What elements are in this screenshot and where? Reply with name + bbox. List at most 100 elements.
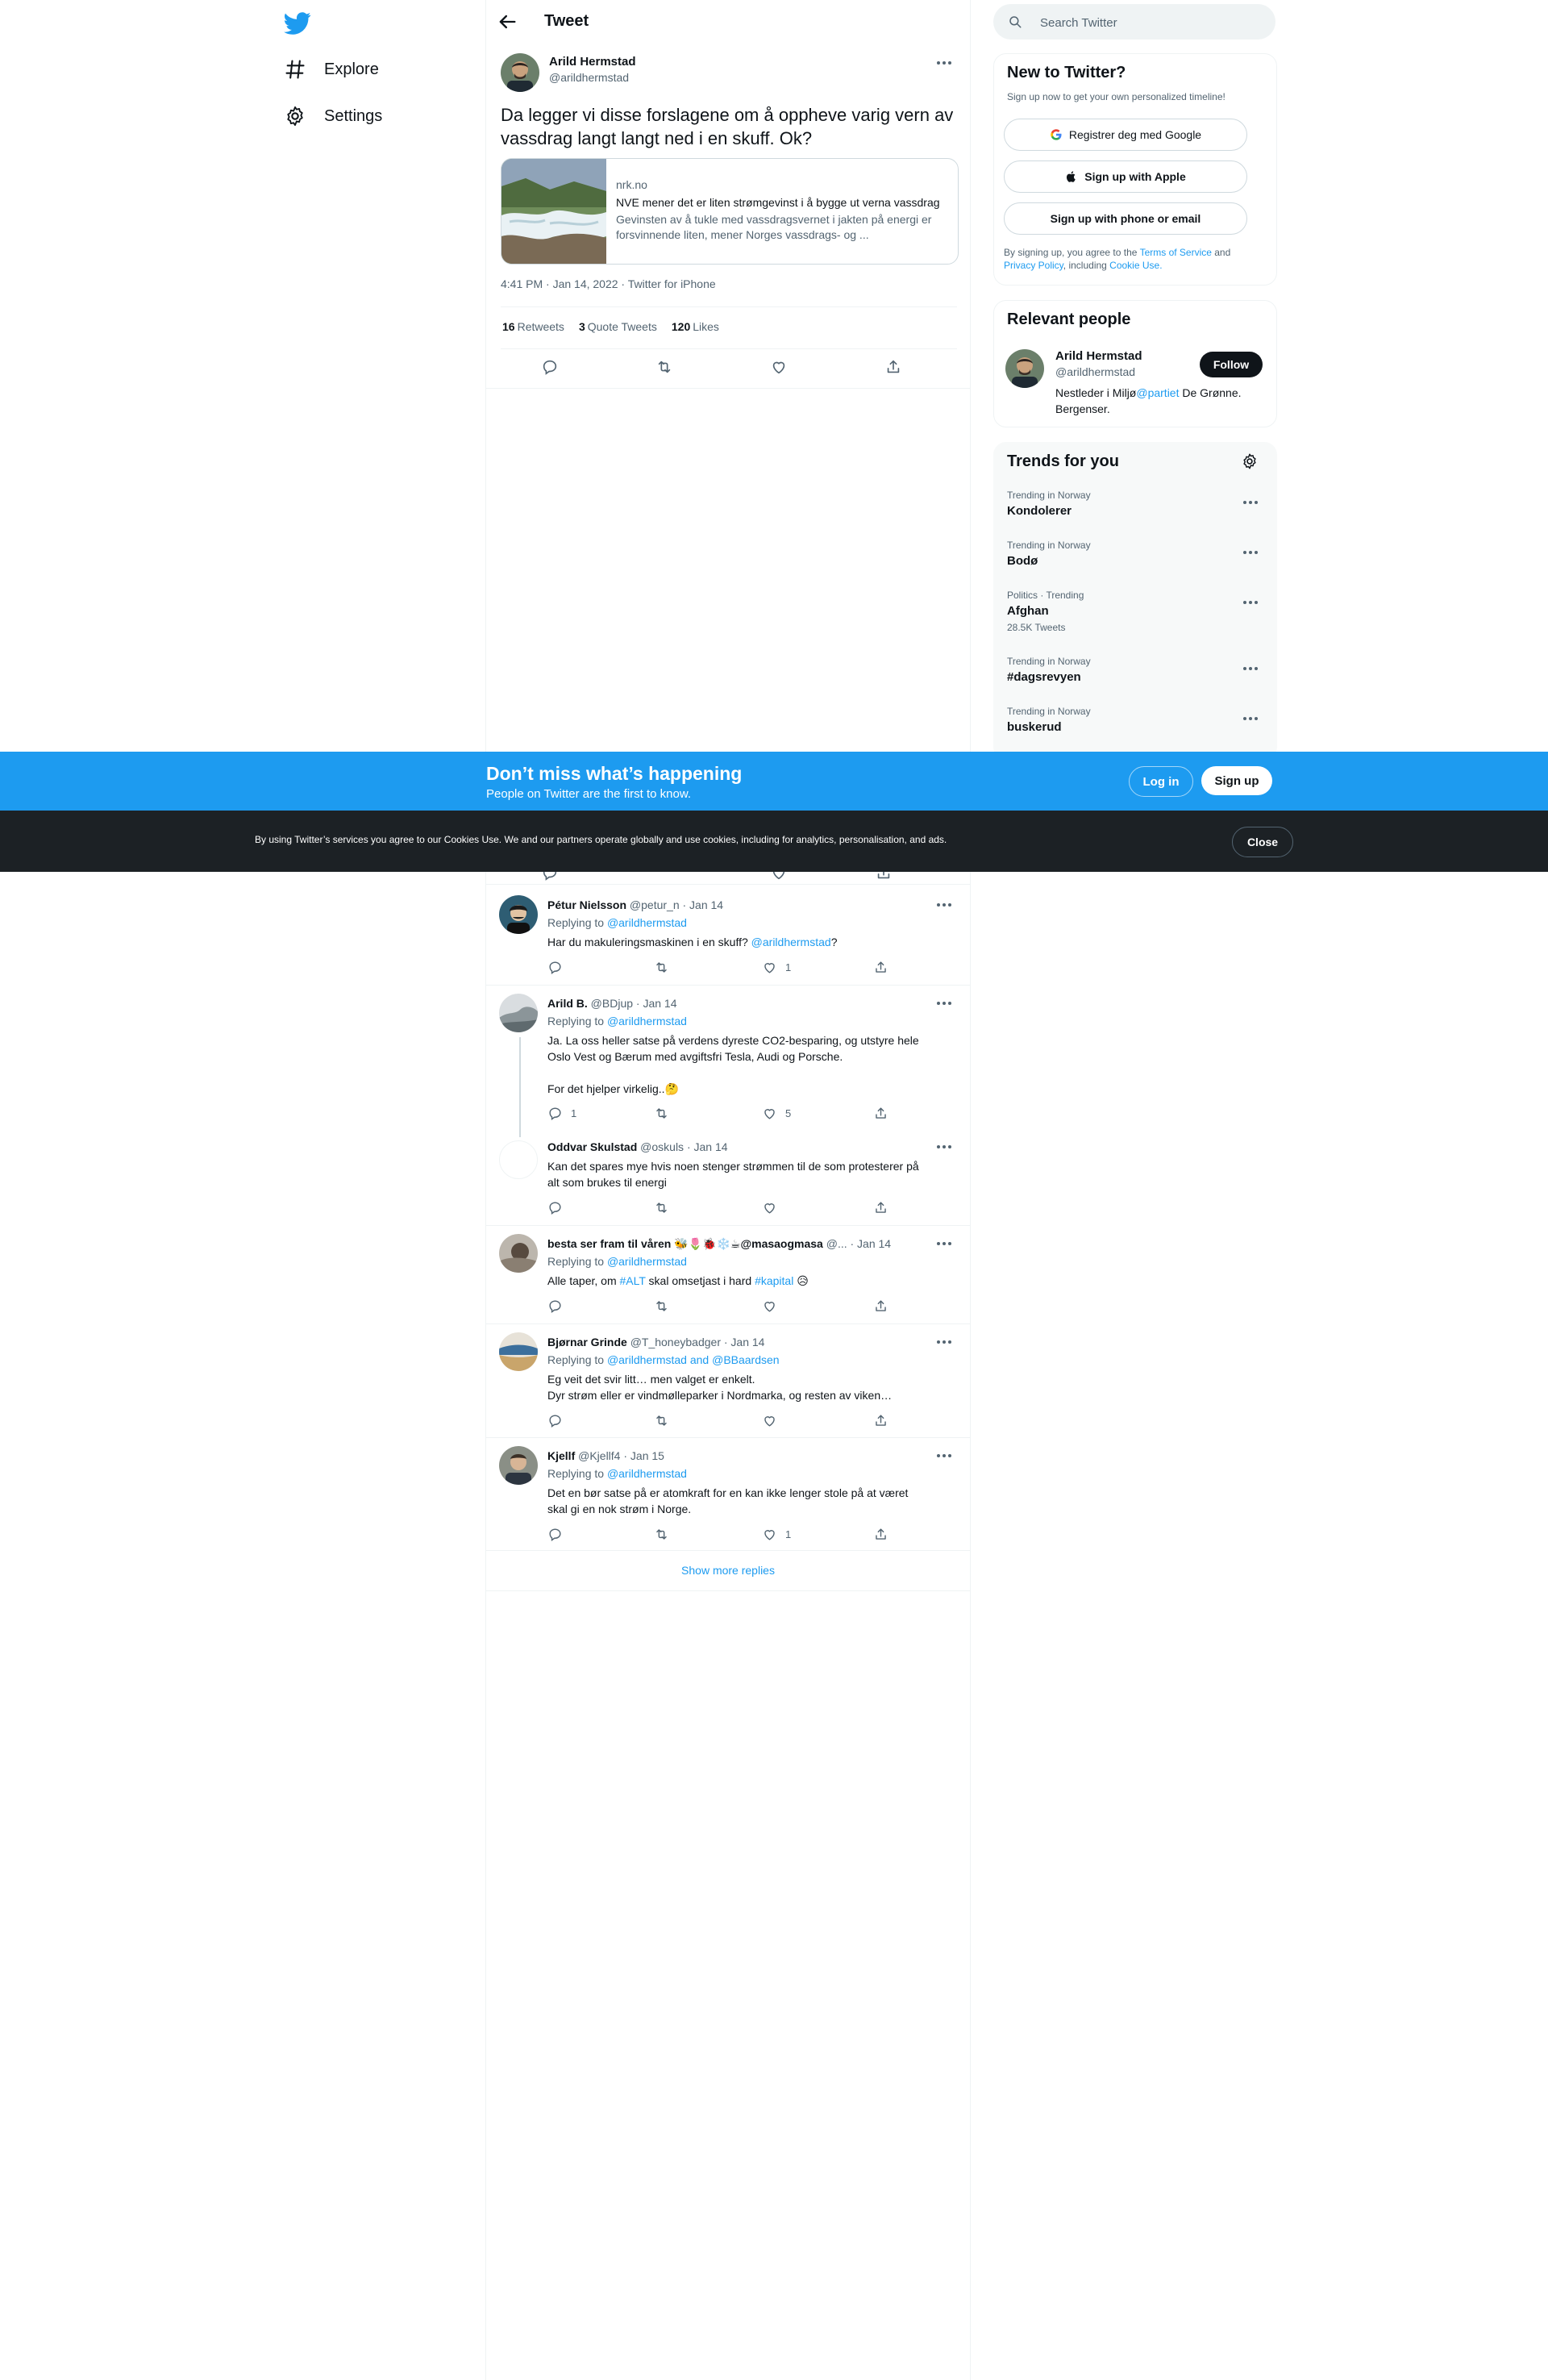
replying-to: Replying to @arildhermstad: [547, 1015, 687, 1027]
reply-icon: [547, 960, 563, 975]
author-handle[interactable]: @arildhermstad: [549, 71, 629, 84]
reply-action[interactable]: [547, 1298, 563, 1314]
avatar[interactable]: [499, 895, 538, 934]
search-bar[interactable]: [993, 4, 1275, 41]
like-action[interactable]: 1: [762, 1527, 791, 1542]
mention-link[interactable]: @partiet: [1136, 386, 1179, 399]
divider: [486, 388, 970, 389]
more-options-icon[interactable]: [1241, 593, 1260, 612]
back-arrow-icon[interactable]: [496, 10, 518, 33]
share-action[interactable]: [873, 1106, 888, 1121]
retweet-action[interactable]: [654, 1298, 669, 1314]
nav-settings[interactable]: Settings: [284, 105, 382, 127]
reply-action[interactable]: [547, 1200, 563, 1215]
tweet-text: Da legger vi disse forslagene om å opphe…: [501, 105, 954, 148]
main-column: Tweet Arild Hermstad @arildhermstad Da l…: [485, 0, 971, 2380]
reply-action[interactable]: [547, 1413, 563, 1428]
google-signup-button[interactable]: Registrer deg med Google: [1004, 119, 1247, 151]
more-options-icon[interactable]: [1241, 493, 1260, 512]
terms-link[interactable]: Terms of Service: [1140, 247, 1212, 258]
nav-explore[interactable]: Explore: [284, 58, 379, 81]
google-icon: [1051, 129, 1062, 140]
more-options-icon[interactable]: [934, 1234, 954, 1253]
banner-title: Don’t miss what’s happening: [486, 763, 743, 784]
mention-link[interactable]: @arildhermstad: [607, 1467, 687, 1480]
retweet-icon: [654, 1298, 669, 1314]
avatar[interactable]: [1005, 349, 1044, 388]
apple-signup-button[interactable]: Sign up with Apple: [1004, 160, 1247, 193]
follow-button[interactable]: Follow: [1200, 352, 1263, 377]
share-action[interactable]: [873, 1200, 888, 1215]
more-options-icon[interactable]: [1241, 659, 1260, 678]
reply-action[interactable]: [547, 960, 563, 975]
avatar[interactable]: [501, 53, 539, 92]
search-input[interactable]: [1038, 4, 1267, 41]
avatar[interactable]: [499, 1332, 538, 1371]
close-button[interactable]: Close: [1232, 827, 1293, 857]
cookie-text: By using Twitter’s services you agree to…: [255, 834, 947, 845]
like-action[interactable]: [762, 1413, 777, 1428]
gear-icon[interactable]: [1241, 452, 1259, 470]
share-action[interactable]: [873, 1527, 888, 1542]
reply-icon[interactable]: [541, 358, 559, 376]
retweet-action[interactable]: [654, 1200, 669, 1215]
reply-action[interactable]: 1: [547, 1106, 576, 1121]
avatar[interactable]: [499, 1446, 538, 1485]
mention-link[interactable]: @arildhermstad: [751, 936, 831, 948]
avatar[interactable]: [499, 1234, 538, 1273]
more-options-icon[interactable]: [934, 1137, 954, 1157]
hashtag-link[interactable]: #ALT: [620, 1274, 646, 1287]
like-action[interactable]: 5: [762, 1106, 791, 1121]
reply-author: Arild B. @BDjup · Jan 14: [547, 997, 677, 1010]
show-more-replies-link[interactable]: Show more replies: [486, 1564, 970, 1577]
avatar[interactable]: [499, 1140, 538, 1179]
share-action[interactable]: [873, 1298, 888, 1314]
retweet-action[interactable]: [654, 960, 669, 975]
retweet-action[interactable]: [654, 1413, 669, 1428]
link-card[interactable]: nrk.no NVE mener det er liten strømgevin…: [501, 158, 959, 265]
divider: [486, 1437, 970, 1438]
twitter-logo-icon[interactable]: [284, 10, 311, 37]
mention-link[interactable]: @arildhermstad: [607, 916, 687, 929]
quotes-stat[interactable]: 3 Quote Tweets: [579, 320, 657, 333]
like-action[interactable]: [762, 1200, 777, 1215]
mention-link[interactable]: @arildhermstad: [607, 1255, 687, 1268]
reply-action[interactable]: [547, 1527, 563, 1542]
more-options-icon[interactable]: [934, 994, 954, 1013]
privacy-link[interactable]: Privacy Policy: [1004, 260, 1063, 271]
likes-stat[interactable]: 120 Likes: [672, 320, 719, 333]
share-action[interactable]: [873, 1413, 888, 1428]
retweet-action[interactable]: [654, 1527, 669, 1542]
tweet-stats: 16 Retweets 3 Quote Tweets 120 Likes: [502, 320, 719, 333]
more-options-icon[interactable]: [934, 895, 954, 915]
more-options-icon[interactable]: [934, 1446, 954, 1465]
more-options-icon[interactable]: [934, 1332, 954, 1352]
reply-text: Eg veit det svir litt… men valget er enk…: [547, 1373, 893, 1402]
search-icon: [1009, 16, 1022, 28]
more-options-icon[interactable]: [1241, 543, 1260, 562]
reply-text: Det en bør satse på er atomkraft for en …: [547, 1486, 909, 1515]
more-options-icon[interactable]: [934, 53, 954, 73]
avatar[interactable]: [499, 994, 538, 1032]
like-action[interactable]: [762, 1298, 777, 1314]
signup-button[interactable]: Sign up: [1201, 766, 1272, 795]
mention-link[interactable]: @arildhermstad: [607, 1015, 687, 1027]
retweet-action[interactable]: [654, 1106, 669, 1121]
like-action[interactable]: 1: [762, 960, 791, 975]
login-button[interactable]: Log in: [1129, 766, 1193, 797]
retweets-stat[interactable]: 16 Retweets: [502, 320, 564, 333]
phone-email-signup-button[interactable]: Sign up with phone or email: [1004, 202, 1247, 235]
tweet-timestamp[interactable]: 4:41 PM · Jan 14, 2022 · Twitter for iPh…: [501, 277, 716, 290]
hashtag-link[interactable]: #kapital: [755, 1274, 793, 1287]
mention-link[interactable]: @arildhermstad and @BBaardsen: [607, 1353, 780, 1366]
retweet-icon[interactable]: [655, 358, 673, 376]
more-options-icon[interactable]: [1241, 709, 1260, 728]
share-action[interactable]: [873, 960, 888, 975]
relevant-handle[interactable]: @arildhermstad: [1055, 365, 1135, 378]
signup-title: New to Twitter?: [1007, 64, 1126, 81]
author-name[interactable]: Arild Hermstad: [549, 55, 636, 69]
share-icon[interactable]: [884, 358, 902, 376]
relevant-name[interactable]: Arild Hermstad: [1055, 349, 1142, 363]
like-icon[interactable]: [770, 358, 788, 376]
cookie-link[interactable]: Cookie Use.: [1109, 260, 1162, 271]
